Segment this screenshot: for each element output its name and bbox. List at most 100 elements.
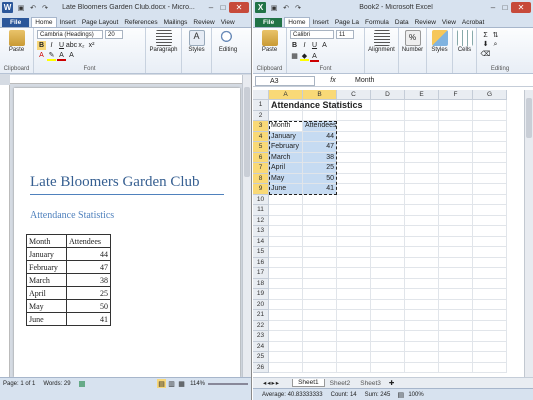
find-icon[interactable]: ⌕	[491, 41, 500, 50]
cell[interactable]	[337, 152, 371, 163]
word-table-month-cell[interactable]: February	[26, 260, 67, 274]
cell[interactable]	[473, 320, 507, 331]
cell[interactable]	[439, 236, 473, 247]
cell[interactable]	[337, 299, 371, 310]
font-size-combo[interactable]: 20	[105, 30, 123, 39]
cell[interactable]	[337, 236, 371, 247]
cell[interactable]	[405, 278, 439, 289]
row-header-14[interactable]: 14	[253, 236, 269, 247]
italic-icon[interactable]: I	[47, 41, 56, 50]
word-app-icon[interactable]: W	[2, 2, 13, 13]
cell[interactable]	[371, 100, 405, 111]
cell[interactable]	[337, 215, 371, 226]
grow-font-icon[interactable]: A	[320, 41, 329, 50]
cell[interactable]	[473, 268, 507, 279]
cell[interactable]	[303, 341, 337, 352]
cell[interactable]	[473, 215, 507, 226]
tab-file[interactable]: File	[2, 18, 30, 27]
cell[interactable]	[337, 341, 371, 352]
cell[interactable]	[371, 215, 405, 226]
tab-page-layout[interactable]: Page La	[332, 18, 362, 27]
cell[interactable]	[439, 205, 473, 216]
proofing-icon[interactable]	[78, 380, 85, 387]
word-table-attendees-cell[interactable]: 50	[66, 299, 111, 313]
column-header-e[interactable]: E	[405, 90, 439, 100]
fill-icon[interactable]: ⬇	[481, 40, 490, 49]
cell[interactable]	[439, 278, 473, 289]
cell[interactable]	[303, 278, 337, 289]
row-header-13[interactable]: 13	[253, 226, 269, 237]
cell[interactable]	[439, 362, 473, 373]
cell[interactable]	[405, 152, 439, 163]
cell[interactable]	[303, 205, 337, 216]
cell[interactable]	[405, 121, 439, 132]
cell[interactable]	[371, 142, 405, 153]
status-average[interactable]: Average: 40.83333333	[262, 392, 323, 398]
cell[interactable]	[439, 131, 473, 142]
clear-icon[interactable]: ⌫	[481, 50, 491, 59]
excel-zoom-level[interactable]: 100%	[408, 392, 423, 398]
cell[interactable]	[303, 299, 337, 310]
cell[interactable]	[405, 310, 439, 321]
bold-icon[interactable]: B	[37, 41, 46, 50]
tab-home[interactable]: Home	[284, 17, 310, 27]
font-name-combo[interactable]: Calibri	[290, 30, 334, 39]
cell[interactable]	[405, 268, 439, 279]
cell[interactable]	[269, 299, 303, 310]
cell[interactable]	[439, 100, 473, 111]
close-icon[interactable]: ✕	[229, 2, 249, 13]
cell[interactable]	[473, 226, 507, 237]
cell[interactable]	[473, 110, 507, 121]
cell[interactable]	[337, 268, 371, 279]
row-header-16[interactable]: 16	[253, 257, 269, 268]
cell[interactable]	[371, 341, 405, 352]
cell[interactable]	[371, 299, 405, 310]
cell[interactable]	[337, 331, 371, 342]
column-header-g[interactable]: G	[473, 90, 507, 100]
cell[interactable]	[303, 289, 337, 300]
row-header-25[interactable]: 25	[253, 352, 269, 363]
grow-font-icon[interactable]: A	[67, 51, 76, 60]
cell[interactable]	[303, 331, 337, 342]
maximize-icon[interactable]: □	[499, 2, 511, 13]
row-header-21[interactable]: 21	[253, 310, 269, 321]
tab-data[interactable]: Data	[392, 18, 412, 27]
bold-icon[interactable]: B	[290, 41, 299, 50]
cell[interactable]	[439, 257, 473, 268]
cell[interactable]	[405, 226, 439, 237]
word-zoom-level[interactable]: 114%	[190, 381, 205, 387]
cell[interactable]	[269, 205, 303, 216]
word-table-month-cell[interactable]: January	[26, 247, 67, 261]
cell[interactable]	[405, 289, 439, 300]
cell[interactable]	[439, 184, 473, 195]
cell[interactable]	[337, 194, 371, 205]
cell[interactable]	[473, 121, 507, 132]
cell[interactable]	[473, 142, 507, 153]
editing-button[interactable]: Editing	[212, 28, 244, 53]
word-table-attendees-cell[interactable]: 38	[66, 273, 111, 287]
cell[interactable]	[439, 173, 473, 184]
name-box[interactable]: A3	[255, 75, 315, 86]
cell[interactable]	[439, 163, 473, 174]
cell[interactable]	[405, 100, 439, 111]
cell[interactable]	[473, 194, 507, 205]
cell[interactable]	[371, 184, 405, 195]
sheet-tab-3[interactable]: Sheet3	[355, 380, 386, 387]
cell[interactable]	[371, 278, 405, 289]
cell[interactable]	[371, 331, 405, 342]
word-table-month-cell[interactable]: Month	[26, 234, 67, 248]
word-table-attendees-cell[interactable]: 47	[66, 260, 111, 274]
row-header-17[interactable]: 17	[253, 268, 269, 279]
cell[interactable]	[303, 215, 337, 226]
minimize-icon[interactable]: –	[205, 2, 217, 13]
fx-icon[interactable]: fx	[315, 77, 351, 84]
cell[interactable]	[371, 289, 405, 300]
cell[interactable]	[269, 236, 303, 247]
cell[interactable]	[371, 121, 405, 132]
cell[interactable]	[371, 247, 405, 258]
cell[interactable]	[473, 257, 507, 268]
cell[interactable]	[371, 173, 405, 184]
tab-review[interactable]: Review	[412, 18, 439, 27]
font-color-icon[interactable]: A	[57, 52, 66, 61]
word-table-row[interactable]: April 25	[26, 286, 111, 300]
